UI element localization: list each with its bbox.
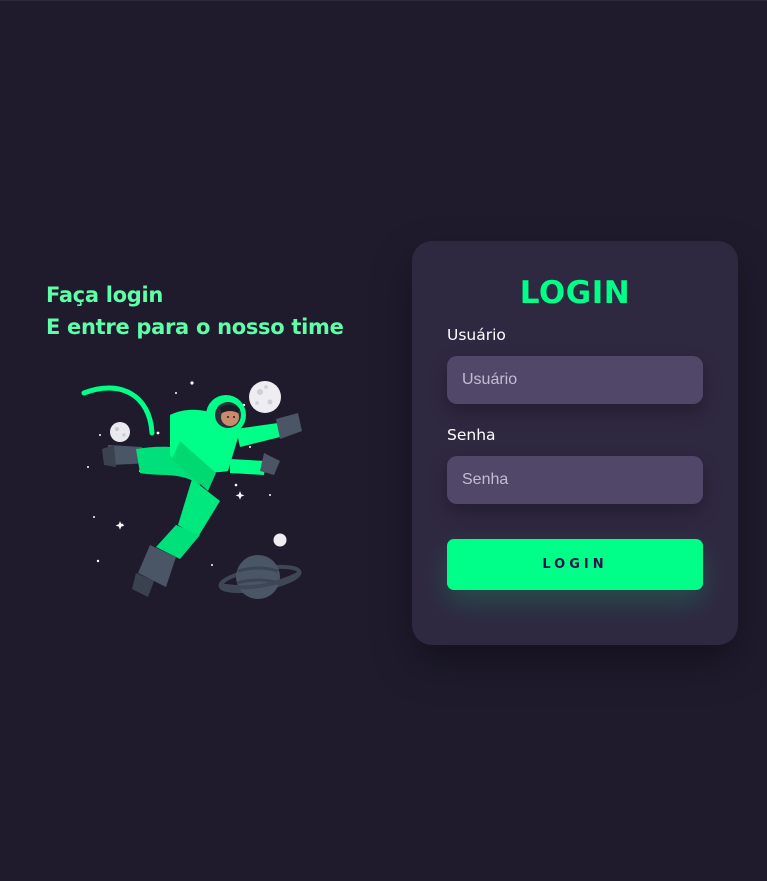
- hero-title-line-2: E entre para o nosso time: [46, 315, 344, 339]
- hero-section: Faça login E entre para o nosso time: [46, 279, 376, 343]
- password-label: Senha: [447, 426, 496, 444]
- username-input[interactable]: [447, 356, 703, 404]
- login-card: LOGIN Usuário Senha LOGIN: [412, 241, 738, 645]
- small-white-planet: [273, 533, 287, 547]
- moon-small: [110, 422, 130, 442]
- password-input[interactable]: [447, 456, 703, 504]
- login-title: LOGIN: [519, 275, 631, 311]
- ringed-planet: [218, 555, 302, 599]
- moon-large: [249, 381, 281, 413]
- login-page: Faça login E entre para o nosso time LOG…: [0, 0, 767, 881]
- hero-title-line-1: Faça login: [46, 283, 164, 307]
- login-button[interactable]: LOGIN: [447, 539, 703, 590]
- username-label: Usuário: [447, 326, 506, 344]
- astronaut-illustration: [81, 381, 302, 599]
